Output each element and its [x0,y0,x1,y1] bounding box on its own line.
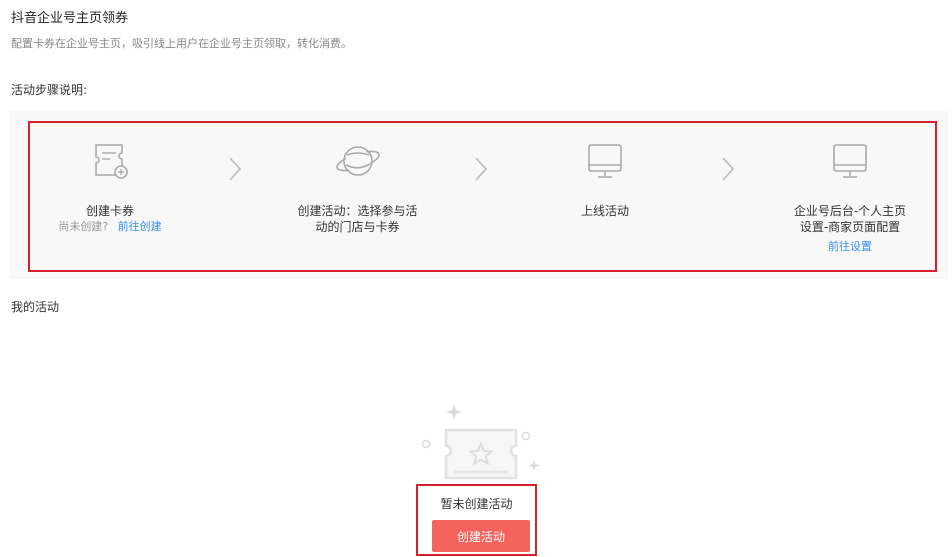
create-activity-button[interactable]: 创建活动 [432,520,530,552]
step-title-line2: 动的门店与卡券 [315,220,400,234]
steps-heading: 活动步骤说明: [11,83,88,97]
step-title: 企业号后台-个人主页 [793,204,907,218]
monitor-icon [833,144,867,178]
empty-state-text: 暂未创建活动 [440,497,513,511]
step-hint: 尚未创建? [58,220,109,233]
page-title: 抖音企业号主页领券 [11,11,129,26]
empty-ticket-illustration [421,404,540,480]
coupon-add-icon [95,144,128,179]
step-title: 创建活动：选择参与活 [297,204,418,218]
planet-icon [335,146,380,176]
step-create-activity: 创建活动：选择参与活 动的门店与卡券 [270,141,445,235]
go-settings-link[interactable]: 前往设置 [828,240,872,253]
step-create-coupon: 创建卡券 尚未创建? 前往创建 [50,141,170,235]
step-title: 上线活动 [580,204,629,218]
chevron-right-icon [720,155,736,187]
monitor-icon [588,144,622,178]
my-activity-heading: 我的活动 [11,300,60,314]
go-create-link[interactable]: 前往创建 [118,220,162,233]
step-go-live: 上线活动 [545,141,665,219]
step-enterprise-settings: 企业号后台-个人主页 设置-商家页面配置 前往设置 [770,141,930,254]
step-title: 创建卡券 [85,204,134,218]
page-description: 配置卡券在企业号主页，吸引线上用户在企业号主页领取，转化消费。 [11,37,352,50]
chevron-right-icon [473,155,489,187]
step-title-line2: 设置-商家页面配置 [799,220,901,234]
chevron-right-icon [227,155,243,187]
